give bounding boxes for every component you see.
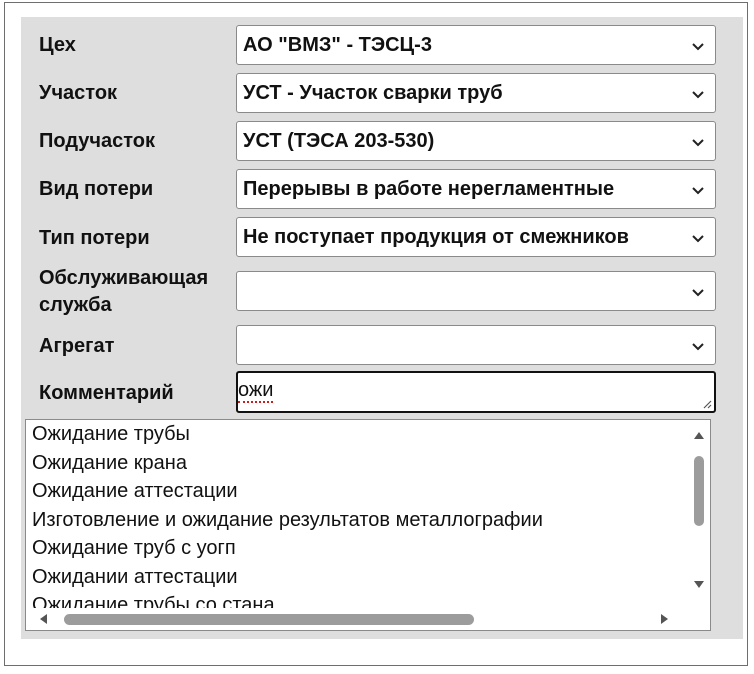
loss-type-label: Тип потери [39, 227, 150, 249]
chevron-down-icon [692, 289, 704, 297]
loss-type-select[interactable]: Не поступает продукция от смежников [236, 217, 716, 257]
comment-text: ожи [238, 379, 274, 403]
chevron-down-icon [692, 187, 704, 195]
chevron-down-icon [692, 343, 704, 351]
loss-kind-select[interactable]: Перерывы в работе нерегламентные [236, 169, 716, 209]
chevron-down-icon [692, 43, 704, 51]
shop-label: Цех [39, 34, 76, 56]
resize-grip-icon[interactable] [702, 399, 712, 409]
list-item[interactable]: Ожидание аттестации [26, 477, 690, 506]
list-item[interactable]: Ожидание трубы [26, 420, 690, 449]
horizontal-scroll-thumb[interactable] [64, 614, 474, 625]
subsection-select[interactable]: УСТ (ТЭСА 203-530) [236, 121, 716, 161]
list-item[interactable]: Ожидание крана [26, 449, 690, 478]
section-select[interactable]: УСТ - Участок сварки труб [236, 73, 716, 113]
service-label: Обслуживающая служба [39, 267, 209, 316]
list-item[interactable]: Изготовление и ожидание результатов мета… [26, 506, 690, 535]
loss-type-select-value: Не поступает продукция от смежников [243, 226, 629, 248]
vertical-scrollbar[interactable] [688, 420, 710, 610]
scroll-right-arrow-icon[interactable] [660, 613, 670, 625]
form-panel: Цех АО "ВМЗ" - ТЭСЦ-3 Участок УСТ - Учас… [21, 17, 743, 639]
suggestions-listbox[interactable]: Ожидание трубы Ожидание крана Ожидание а… [25, 419, 711, 631]
list-item[interactable]: Ожидание труб с уогп [26, 534, 690, 563]
unit-label: Агрегат [39, 335, 115, 357]
chevron-down-icon [692, 139, 704, 147]
list-item[interactable]: Ожидании аттестации [26, 563, 690, 592]
subsection-select-value: УСТ (ТЭСА 203-530) [243, 130, 435, 152]
scroll-down-arrow-icon[interactable] [693, 580, 705, 590]
loss-kind-select-value: Перерывы в работе нерегламентные [243, 178, 615, 200]
shop-select[interactable]: АО "ВМЗ" - ТЭСЦ-3 [236, 25, 716, 65]
scroll-left-arrow-icon[interactable] [38, 613, 48, 625]
shop-select-value: АО "ВМЗ" - ТЭСЦ-3 [243, 34, 432, 56]
chevron-down-icon [692, 91, 704, 99]
vertical-scroll-thumb[interactable] [694, 456, 704, 526]
section-label: Участок [39, 82, 118, 104]
chevron-down-icon [692, 235, 704, 243]
comment-label: Комментарий [39, 382, 174, 404]
comment-textarea[interactable]: ожи [236, 371, 716, 413]
section-select-value: УСТ - Участок сварки труб [243, 82, 503, 104]
scroll-up-arrow-icon[interactable] [693, 430, 705, 440]
service-select[interactable] [236, 271, 716, 311]
form-window: Цех АО "ВМЗ" - ТЭСЦ-3 Участок УСТ - Учас… [4, 2, 748, 666]
loss-kind-label: Вид потери [39, 178, 154, 200]
subsection-label: Подучасток [39, 130, 156, 152]
horizontal-scrollbar[interactable] [26, 608, 690, 630]
unit-select[interactable] [236, 325, 716, 365]
suggestions-list: Ожидание трубы Ожидание крана Ожидание а… [26, 420, 690, 610]
